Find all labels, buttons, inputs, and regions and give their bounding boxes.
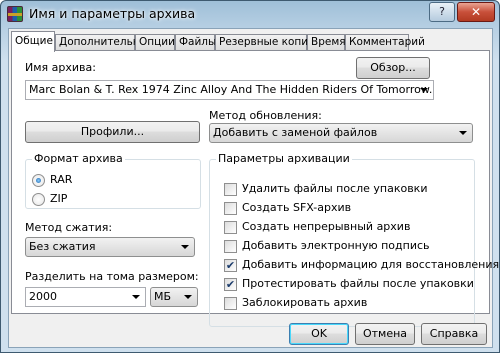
tab-backup[interactable]: Резервные копии bbox=[215, 34, 315, 51]
close-button[interactable]: ✕ bbox=[457, 2, 495, 22]
compression-label: Метод сжатия: bbox=[25, 221, 113, 234]
split-size-value: 2000 bbox=[29, 290, 57, 303]
delete-files-checkbox[interactable] bbox=[224, 183, 237, 196]
archive-name-field[interactable]: Marc Bolan & T. Rex 1974 Zinc Alloy And … bbox=[25, 80, 434, 100]
split-volumes-label: Разделить на тома размером: bbox=[25, 270, 199, 283]
tab-options[interactable]: Опции bbox=[135, 34, 175, 51]
chevron-down-icon bbox=[181, 245, 189, 249]
tab-comment[interactable]: Комментарий bbox=[345, 34, 425, 51]
archive-format-title: Формат архива bbox=[32, 152, 125, 165]
split-unit-value: МБ bbox=[154, 290, 172, 303]
tab-advanced[interactable]: Дополнительно bbox=[55, 34, 146, 51]
winrar-books-icon bbox=[7, 6, 23, 22]
update-method-select[interactable]: Добавить с заменой файлов bbox=[209, 123, 473, 143]
tab-general[interactable]: Общие bbox=[11, 31, 55, 52]
zip-radio[interactable] bbox=[32, 193, 45, 206]
cancel-button[interactable]: Отмена bbox=[355, 323, 415, 345]
digital-signature-checkbox[interactable] bbox=[224, 240, 237, 253]
close-icon: ✕ bbox=[470, 5, 482, 19]
compression-select[interactable]: Без сжатия bbox=[25, 237, 195, 257]
window-title: Имя и параметры архива bbox=[29, 6, 196, 21]
split-size-field[interactable]: 2000 bbox=[25, 287, 146, 307]
rar-radio[interactable] bbox=[32, 174, 45, 187]
tab-files[interactable]: Файлы bbox=[175, 34, 216, 51]
title-help-button[interactable]: ? bbox=[429, 2, 455, 22]
tab-time[interactable]: Время bbox=[307, 34, 346, 51]
ok-button[interactable]: OK bbox=[289, 323, 349, 345]
solid-archive-label[interactable]: Создать непрерывный архив bbox=[242, 220, 410, 233]
tab-panel-general: Имя архива: Обзор... Marc Bolan & T. Rex… bbox=[11, 50, 499, 327]
chevron-down-icon[interactable] bbox=[132, 295, 140, 299]
update-method-label: Метод обновления: bbox=[209, 109, 322, 122]
recovery-record-checkbox[interactable]: ✔ bbox=[224, 259, 237, 272]
split-unit-select[interactable]: МБ bbox=[150, 287, 198, 307]
solid-archive-checkbox[interactable] bbox=[224, 221, 237, 234]
chevron-down-icon bbox=[459, 131, 467, 135]
update-method-value: Добавить с заменой файлов bbox=[213, 126, 378, 139]
rar-label[interactable]: RAR bbox=[50, 173, 72, 186]
archive-params-title: Параметры архивации bbox=[216, 152, 352, 165]
dialog-window: Имя и параметры архива ? ✕ Общие Дополни… bbox=[0, 0, 500, 353]
recovery-record-label[interactable]: Добавить информацию для восстановления bbox=[242, 258, 499, 271]
lock-archive-label[interactable]: Заблокировать архив bbox=[242, 296, 367, 309]
test-files-checkbox[interactable]: ✔ bbox=[224, 278, 237, 291]
help-button[interactable]: Справка bbox=[421, 323, 487, 345]
delete-files-label[interactable]: Удалить файлы после упаковки bbox=[242, 182, 427, 195]
archive-format-group: Формат архива RAR ZIP bbox=[25, 152, 201, 209]
sfx-checkbox[interactable] bbox=[224, 202, 237, 215]
zip-label[interactable]: ZIP bbox=[50, 192, 67, 205]
title-bar[interactable]: Имя и параметры архива ? ✕ bbox=[1, 1, 499, 27]
dialog-client: Общие Дополнительно Опции Файлы Резервны… bbox=[8, 28, 499, 348]
archive-name-label: Имя архива: bbox=[25, 61, 96, 74]
sfx-label[interactable]: Создать SFX-архив bbox=[242, 201, 351, 214]
compression-value: Без сжатия bbox=[29, 240, 96, 253]
profiles-button[interactable]: Профили... bbox=[25, 121, 200, 143]
browse-button[interactable]: Обзор... bbox=[356, 57, 430, 79]
lock-archive-checkbox[interactable] bbox=[224, 297, 237, 310]
digital-signature-label[interactable]: Добавить электронную подпись bbox=[242, 239, 430, 252]
archive-name-value: Marc Bolan & T. Rex 1974 Zinc Alloy And … bbox=[29, 83, 434, 96]
chevron-down-icon bbox=[184, 295, 192, 299]
test-files-label[interactable]: Протестировать файлы после упаковки bbox=[242, 277, 474, 290]
chevron-down-icon[interactable] bbox=[420, 88, 428, 92]
